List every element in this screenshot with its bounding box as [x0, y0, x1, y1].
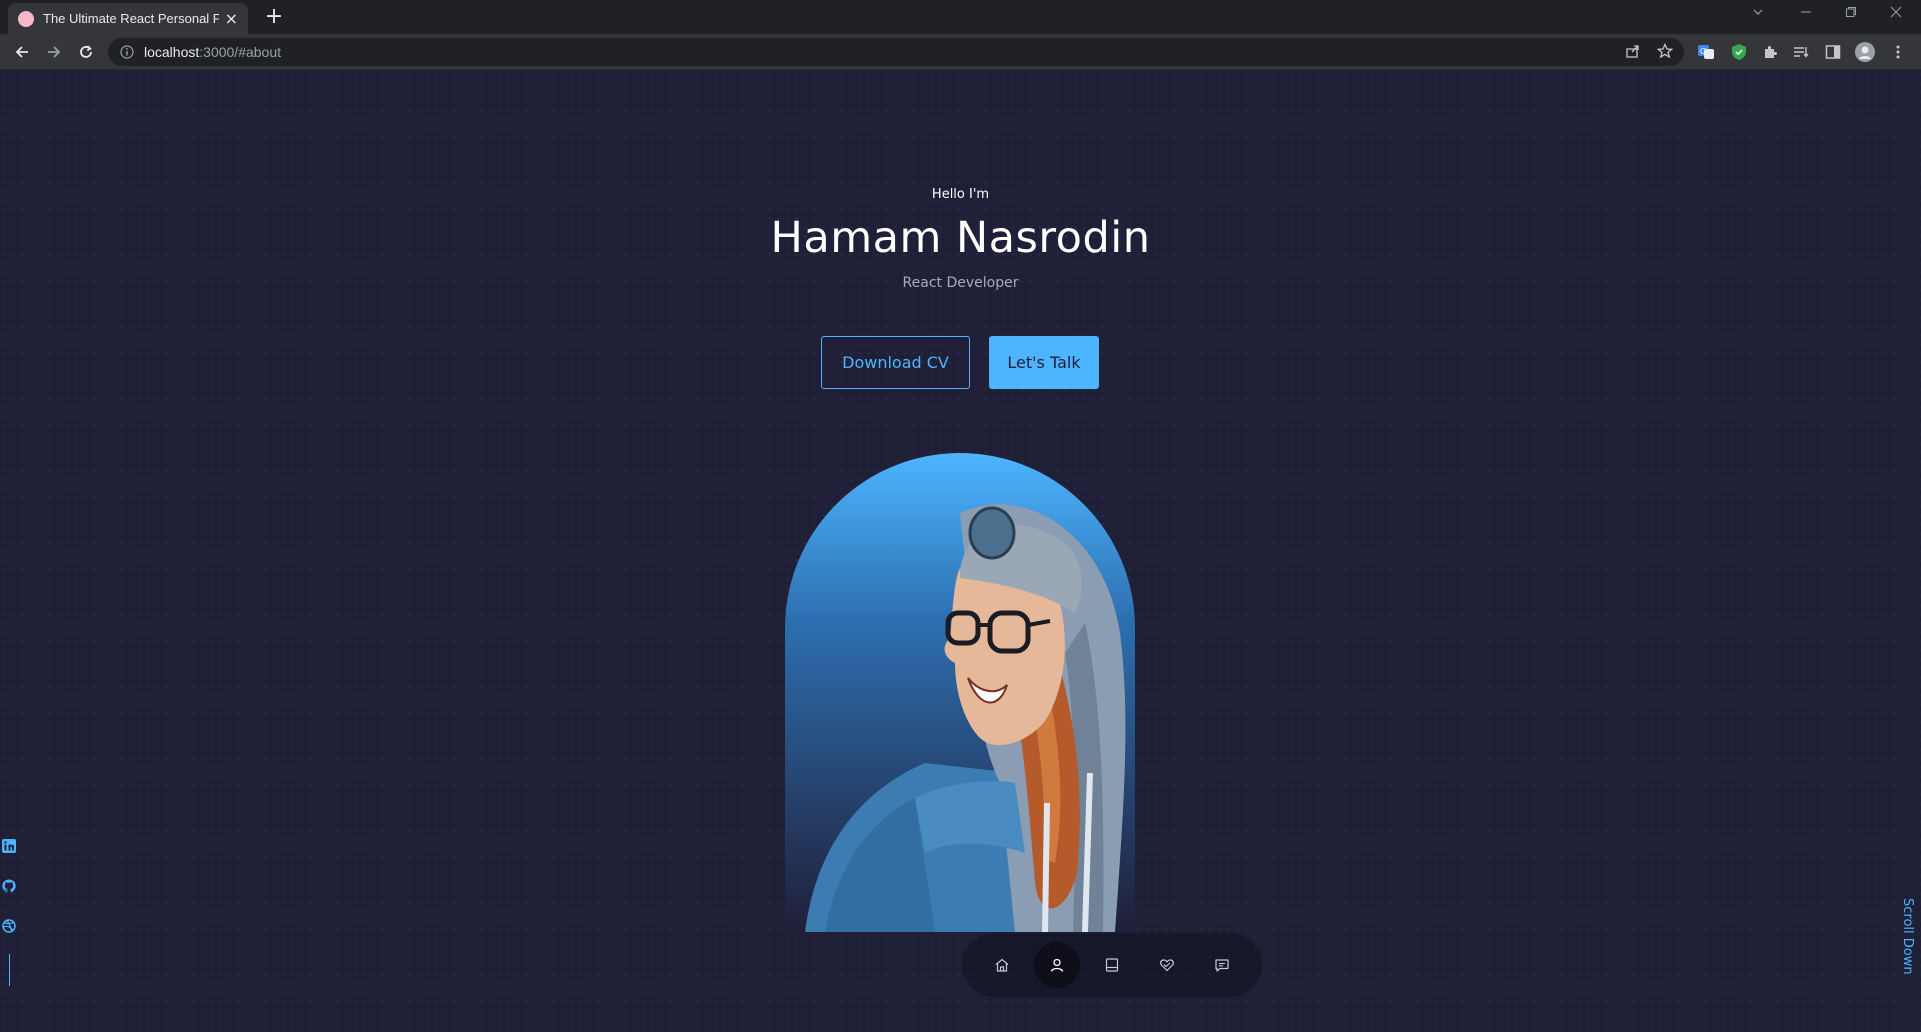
- profile-photo: [785, 453, 1135, 932]
- download-cv-button[interactable]: Download CV: [821, 336, 970, 389]
- browser-toolbar: localhost :3000/#about G: [0, 34, 1921, 70]
- translate-extension-icon[interactable]: G: [1696, 42, 1716, 62]
- nav-contact[interactable]: [1199, 942, 1245, 988]
- services-icon: [1160, 959, 1175, 972]
- lets-talk-button[interactable]: Let's Talk: [989, 336, 1099, 389]
- dribbble-icon[interactable]: [1, 918, 17, 934]
- url-path: :3000/#about: [199, 44, 282, 60]
- github-icon[interactable]: [1, 878, 17, 894]
- bookmark-star-icon[interactable]: [1657, 43, 1673, 59]
- favicon-icon: [18, 10, 34, 27]
- extensions-puzzle-icon[interactable]: [1760, 42, 1780, 62]
- user-icon: [1050, 958, 1063, 972]
- nav-experience[interactable]: [1089, 942, 1135, 988]
- tab-close-icon[interactable]: ×: [225, 10, 238, 27]
- side-panel-icon[interactable]: [1823, 42, 1843, 62]
- browser-tab-strip: The Ultimate React Personal Portfolio × …: [0, 0, 1921, 34]
- home-icon: [995, 958, 1008, 972]
- reading-list-icon[interactable]: [1791, 42, 1811, 62]
- nav-services[interactable]: [1144, 942, 1190, 988]
- browser-tab[interactable]: The Ultimate React Personal Portfolio ×: [8, 3, 248, 34]
- url-host: localhost: [144, 44, 200, 60]
- reload-icon[interactable]: [74, 40, 98, 64]
- bottom-nav: [962, 933, 1262, 997]
- shield-extension-icon[interactable]: [1729, 42, 1749, 62]
- restore-icon[interactable]: [1845, 6, 1857, 22]
- portfolio-page: Hello I'm Hamam Nasrodin React Developer…: [0, 70, 1921, 1032]
- tab-title: The Ultimate React Personal Portfolio: [43, 11, 219, 26]
- nav-about[interactable]: [1033, 942, 1080, 988]
- address-bar[interactable]: localhost :3000/#about: [108, 38, 1684, 66]
- nav-home[interactable]: [979, 942, 1025, 988]
- minimize-icon[interactable]: [1800, 6, 1812, 22]
- page-title: Hamam Nasrodin: [770, 213, 1151, 263]
- close-window-icon[interactable]: [1890, 6, 1902, 22]
- site-info-icon[interactable]: [120, 45, 134, 59]
- profile-avatar-icon[interactable]: [1855, 42, 1875, 62]
- menu-kebab-icon[interactable]: [1888, 42, 1908, 62]
- scroll-down-link[interactable]: Scroll Down: [1897, 898, 1915, 1032]
- new-tab-button[interactable]: +: [260, 4, 288, 32]
- social-links: [0, 838, 18, 986]
- book-icon: [1105, 958, 1119, 972]
- forward-icon[interactable]: [42, 40, 66, 64]
- linkedin-icon[interactable]: [1, 838, 17, 854]
- svg-text:G: G: [1700, 47, 1706, 56]
- back-icon[interactable]: [10, 40, 34, 64]
- social-divider-line: [8, 954, 10, 986]
- share-icon[interactable]: [1625, 43, 1641, 59]
- greeting-text: Hello I'm: [931, 187, 990, 202]
- tab-search-icon[interactable]: [1752, 6, 1764, 22]
- message-icon: [1215, 959, 1229, 972]
- role-subtitle: React Developer: [902, 275, 1019, 291]
